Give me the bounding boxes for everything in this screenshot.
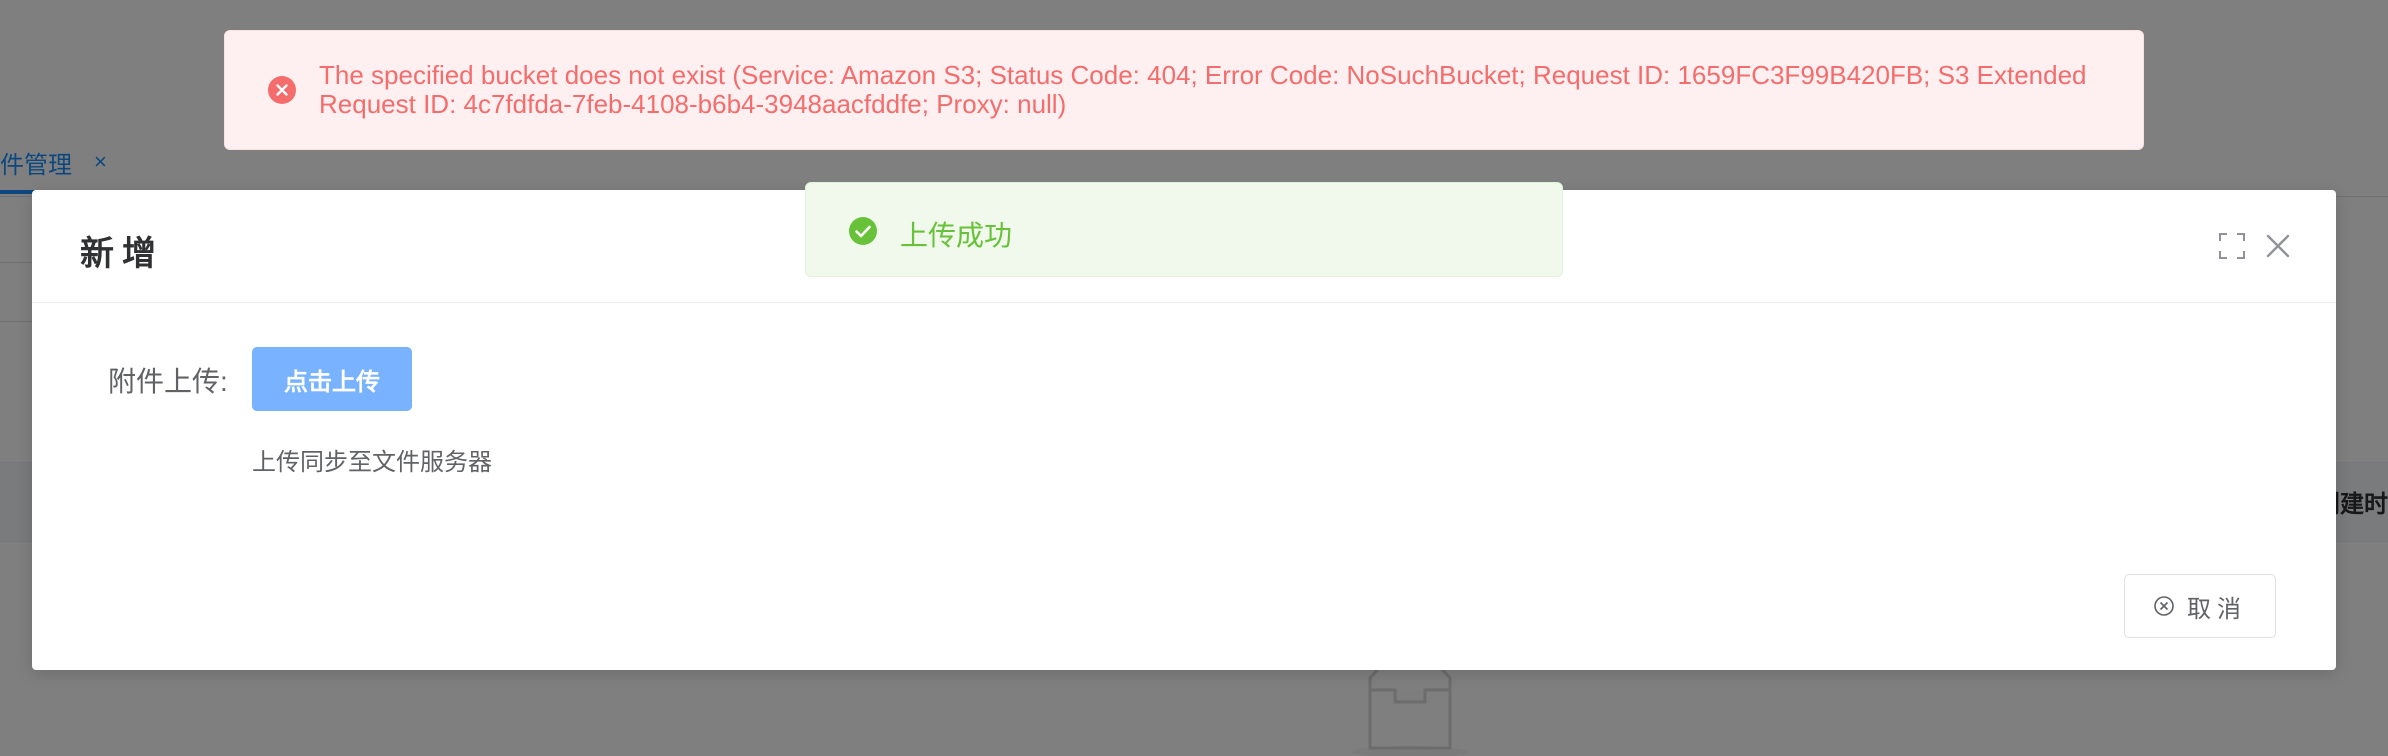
error-circle-icon	[268, 76, 296, 104]
dialog-title: 新增	[80, 235, 164, 273]
success-message-text: 上传成功	[900, 220, 1013, 251]
attachment-upload-label: 附件上传:	[108, 366, 228, 397]
click-upload-button[interactable]: 点击上传	[252, 347, 412, 411]
close-icon[interactable]	[2264, 232, 2292, 260]
check-circle-icon	[849, 217, 877, 245]
success-message: 上传成功	[805, 182, 1563, 277]
error-message: The specified bucket does not exist (Ser…	[224, 30, 2144, 150]
upload-hint-text: 上传同步至文件服务器	[252, 449, 492, 476]
error-message-text: The specified bucket does not exist (Ser…	[319, 60, 2087, 119]
cancel-label: 取消	[2187, 595, 2247, 623]
fullscreen-icon[interactable]	[2218, 232, 2246, 260]
circle-close-icon	[2154, 596, 2174, 616]
cancel-button[interactable]: 取消	[2124, 574, 2276, 638]
